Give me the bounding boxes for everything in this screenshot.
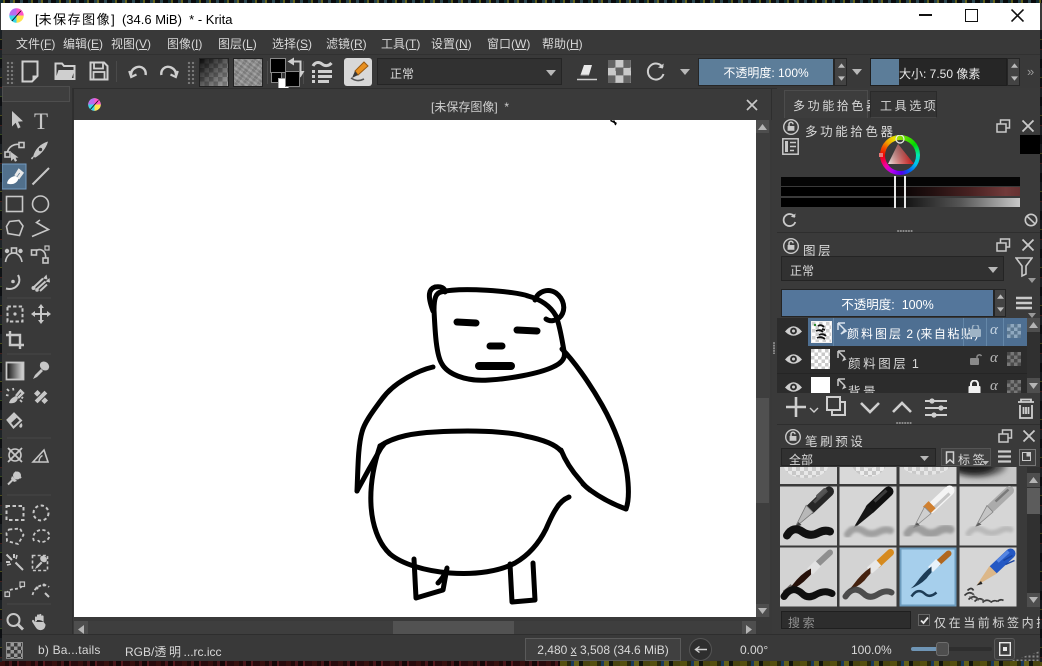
svg-text:T: T bbox=[34, 109, 48, 134]
